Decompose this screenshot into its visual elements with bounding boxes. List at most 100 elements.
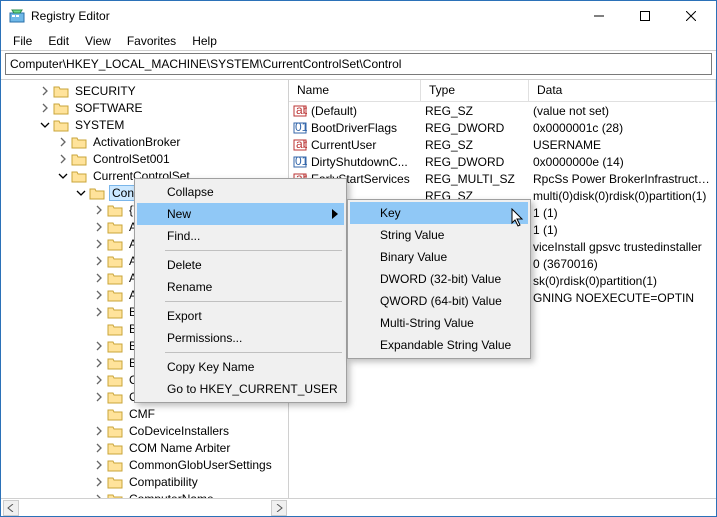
tree-node[interactable]: ControlSet001 — [1, 150, 288, 167]
expand-icon[interactable] — [93, 476, 105, 488]
new-submenu[interactable]: KeyString ValueBinary ValueDWORD (32-bit… — [347, 199, 531, 359]
folder-icon — [107, 373, 123, 387]
tree-label: CoDeviceInstallers — [127, 424, 231, 438]
context-menu-item[interactable]: Copy Key Name — [137, 356, 344, 378]
menu-favorites[interactable]: Favorites — [119, 32, 184, 50]
menu-help[interactable]: Help — [184, 32, 225, 50]
tree-node[interactable]: CMF — [1, 405, 288, 422]
expand-icon[interactable] — [93, 493, 105, 499]
expand-icon[interactable] — [93, 357, 105, 369]
window-title: Registry Editor — [31, 9, 576, 23]
svg-text:011: 011 — [295, 121, 307, 134]
value-data: viceInstall gpsvc trustedinstaller — [529, 240, 716, 254]
expand-icon[interactable] — [93, 391, 105, 403]
menu-view[interactable]: View — [77, 32, 119, 50]
value-name: (Default) — [311, 104, 357, 118]
expand-icon[interactable] — [93, 289, 105, 301]
column-headers: Name Type Data — [289, 80, 716, 102]
close-button[interactable] — [668, 1, 714, 31]
expand-icon[interactable] — [93, 221, 105, 233]
folder-icon — [89, 186, 105, 200]
tree-node[interactable]: ActivationBroker — [1, 133, 288, 150]
submenu-item[interactable]: QWORD (64-bit) Value — [350, 290, 528, 312]
value-name: DirtyShutdownC... — [311, 155, 408, 169]
expand-icon[interactable] — [39, 85, 51, 97]
value-icon: ab — [293, 104, 307, 118]
menu-file[interactable]: File — [5, 32, 40, 50]
value-row[interactable]: 011DirtyShutdownC...REG_DWORD0x0000000e … — [289, 153, 716, 170]
tree-label: CMF — [127, 407, 157, 421]
scroll-left-button[interactable] — [3, 500, 19, 516]
expand-icon[interactable] — [39, 102, 51, 114]
folder-icon — [107, 475, 123, 489]
tree-label: SYSTEM — [73, 118, 126, 132]
tree-context-menu[interactable]: CollapseNewFind... DeleteRename ExportPerm… — [134, 178, 347, 403]
expand-icon[interactable] — [93, 306, 105, 318]
expand-icon[interactable] — [75, 187, 87, 199]
folder-icon — [107, 492, 123, 499]
folder-icon — [107, 441, 123, 455]
menu-edit[interactable]: Edit — [40, 32, 77, 50]
expand-icon[interactable] — [93, 408, 105, 420]
expand-icon[interactable] — [93, 340, 105, 352]
context-menu-item[interactable]: Delete — [137, 254, 344, 276]
context-menu-item[interactable]: Rename — [137, 276, 344, 298]
expand-icon[interactable] — [93, 425, 105, 437]
value-row[interactable]: abCurrentUserREG_SZUSERNAME — [289, 136, 716, 153]
expand-icon[interactable] — [57, 136, 69, 148]
tree-node[interactable]: SECURITY — [1, 82, 288, 99]
context-menu-item[interactable]: Collapse — [137, 181, 344, 203]
value-icon: ab — [293, 138, 307, 152]
tree-label: ControlSet001 — [91, 152, 172, 166]
scroll-right-button[interactable] — [271, 500, 287, 516]
tree-label: ActivationBroker — [91, 135, 182, 149]
submenu-item[interactable]: Binary Value — [350, 246, 528, 268]
expand-icon[interactable] — [93, 323, 105, 335]
expand-icon[interactable] — [93, 238, 105, 250]
tree-node[interactable]: CommonGlobUserSettings — [1, 456, 288, 473]
tree-node[interactable]: SYSTEM — [1, 116, 288, 133]
context-menu-item[interactable]: Find... — [137, 225, 344, 247]
expand-icon[interactable] — [57, 170, 69, 182]
expand-icon[interactable] — [39, 119, 51, 131]
expand-icon[interactable] — [93, 459, 105, 471]
folder-icon — [53, 118, 69, 132]
context-menu-item[interactable]: Export — [137, 305, 344, 327]
expand-icon[interactable] — [93, 272, 105, 284]
expand-icon[interactable] — [93, 255, 105, 267]
expand-icon[interactable] — [93, 374, 105, 386]
context-menu-item[interactable]: Go to HKEY_CURRENT_USER — [137, 378, 344, 400]
tree-node[interactable]: ComputerName — [1, 490, 288, 498]
col-type[interactable]: Type — [421, 80, 529, 101]
value-row[interactable]: abEarlyStartServicesREG_MULTI_SZRpcSs Po… — [289, 170, 716, 187]
submenu-item[interactable]: Multi-String Value — [350, 312, 528, 334]
col-name[interactable]: Name — [289, 80, 421, 101]
value-name: CurrentUser — [311, 138, 376, 152]
address-path: Computer\HKEY_LOCAL_MACHINE\SYSTEM\Curre… — [10, 57, 401, 71]
menu-item-label: Go to HKEY_CURRENT_USER — [167, 382, 338, 396]
maximize-button[interactable] — [622, 1, 668, 31]
context-menu-item[interactable]: New — [137, 203, 344, 225]
tree-node[interactable]: Compatibility — [1, 473, 288, 490]
tree-node[interactable]: CoDeviceInstallers — [1, 422, 288, 439]
value-name: BootDriverFlags — [311, 121, 397, 135]
submenu-item[interactable]: DWORD (32-bit) Value — [350, 268, 528, 290]
folder-icon — [71, 169, 87, 183]
submenu-item[interactable]: Expandable String Value — [350, 334, 528, 356]
value-row[interactable]: 011BootDriverFlagsREG_DWORD0x0000001c (2… — [289, 119, 716, 136]
submenu-item[interactable]: String Value — [350, 224, 528, 246]
tree-node[interactable]: SOFTWARE — [1, 99, 288, 116]
expand-icon[interactable] — [93, 442, 105, 454]
value-data: RpcSs Power BrokerInfrastructure SystemE… — [529, 172, 716, 186]
address-bar[interactable]: Computer\HKEY_LOCAL_MACHINE\SYSTEM\Curre… — [5, 53, 712, 75]
expand-icon[interactable] — [93, 204, 105, 216]
value-data: sk(0)rdisk(0)partition(1) — [529, 274, 716, 288]
expand-icon[interactable] — [57, 153, 69, 165]
context-menu-item[interactable]: Permissions... — [137, 327, 344, 349]
submenu-item[interactable]: Key — [350, 202, 528, 224]
tree-node[interactable]: COM Name Arbiter — [1, 439, 288, 456]
value-row[interactable]: ab(Default)REG_SZ(value not set) — [289, 102, 716, 119]
minimize-button[interactable] — [576, 1, 622, 31]
folder-icon — [107, 288, 123, 302]
col-data[interactable]: Data — [529, 80, 716, 101]
